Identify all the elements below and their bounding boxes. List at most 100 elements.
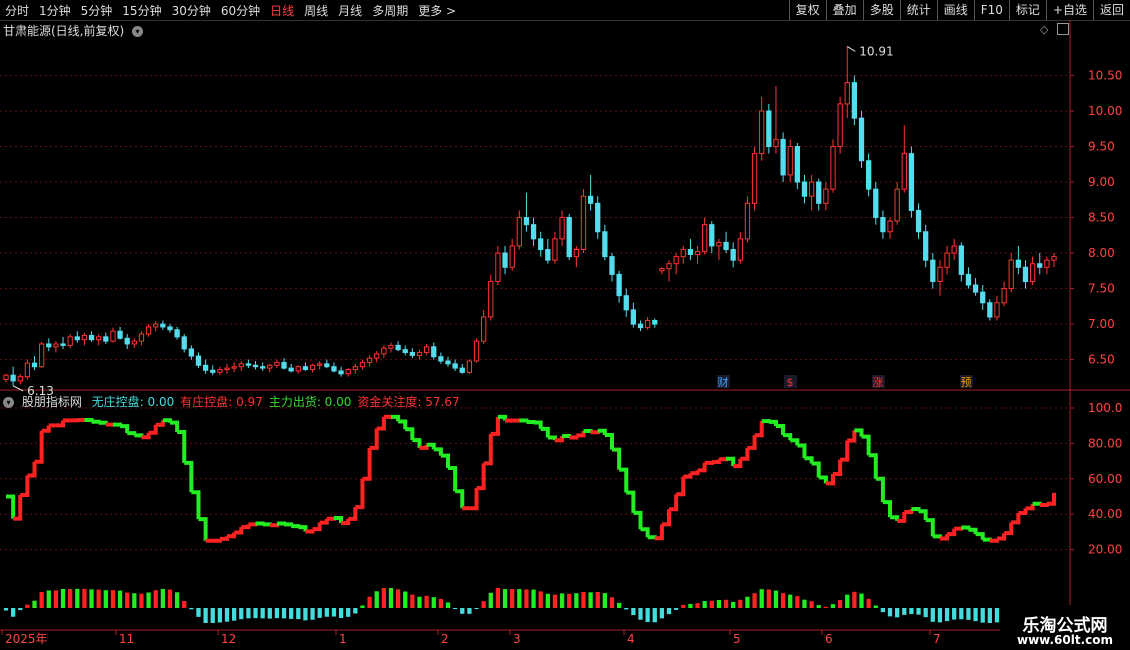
histogram-bar (453, 608, 458, 609)
candle-body (930, 259, 936, 282)
histogram-bar (167, 589, 173, 608)
indicator-segment (112, 422, 123, 427)
histogram-bar (738, 599, 743, 608)
histogram-bar (132, 593, 137, 608)
histogram-bar (609, 597, 615, 608)
candle-body (915, 209, 922, 233)
indicator-segment (191, 490, 201, 520)
indicator-segment (148, 424, 158, 435)
histogram-bar (110, 590, 116, 608)
histogram-bar (395, 589, 401, 608)
indicator-segment (398, 419, 408, 430)
indicator-segment (647, 535, 657, 540)
y-tick-label: 10.00 (1088, 104, 1122, 118)
indicator-segment (697, 462, 707, 473)
candle-body (231, 366, 237, 369)
x-tick-label: 3 (513, 632, 521, 646)
histogram-bar (75, 588, 80, 608)
candle-body (523, 217, 530, 226)
indicator-segment (433, 447, 443, 456)
histogram-bar (574, 593, 579, 608)
watermark-url: www.60lt.com (1016, 633, 1114, 647)
candle-body (117, 330, 123, 339)
histogram-bar (246, 608, 251, 619)
candle-body (1008, 259, 1014, 290)
histogram-bar (709, 600, 714, 608)
histogram-bar (3, 608, 9, 611)
candle-body (145, 326, 152, 335)
indicator-segment (440, 453, 451, 468)
histogram-bar (638, 608, 643, 620)
candle-body (252, 364, 259, 368)
candle-body (1029, 263, 1036, 282)
x-tick-label: 7 (933, 632, 941, 646)
histogram-bar (82, 588, 87, 608)
indicator-segment (533, 420, 543, 429)
histogram-bar (153, 590, 158, 608)
candle-body (644, 320, 651, 329)
candle-body (160, 323, 166, 328)
histogram-bar (795, 596, 800, 608)
histogram-bar (331, 608, 337, 617)
candle-body (174, 329, 180, 338)
candle-body (423, 346, 430, 353)
indicator-segment (177, 429, 187, 463)
histogram-bar (602, 593, 607, 608)
candle-body (659, 268, 665, 272)
indicator-segment (754, 421, 764, 438)
candle-body (759, 110, 765, 155)
indicator-segment (241, 524, 251, 530)
histogram-bar (474, 608, 479, 609)
histogram-bar (310, 608, 315, 620)
candle-body (702, 224, 708, 253)
candle-body (81, 334, 88, 341)
indicator-segment (369, 428, 379, 450)
histogram-bar (68, 589, 73, 608)
candle-body (866, 160, 872, 190)
histogram-bar (353, 608, 358, 614)
indicator-segment (1004, 522, 1014, 536)
candle-body (858, 117, 865, 162)
event-marker: 预 (961, 376, 972, 389)
y-tick-label: 6.50 (1088, 353, 1115, 367)
candle-body (652, 320, 658, 325)
x-tick-label: 4 (627, 632, 635, 646)
watermark: 乐淘公式网 www.60lt.com (1000, 605, 1130, 650)
indicator-segment (583, 429, 593, 434)
candle-body (481, 316, 487, 342)
candle-body (808, 181, 815, 197)
indicator-segment (27, 461, 37, 478)
chart-axes: 10.50 10.00 9.50 9.00 8.50 8.00 7.50 7.00 6.50 10… (0, 20, 1130, 650)
candle-body (773, 138, 779, 148)
candle-body (873, 188, 879, 219)
window-icon[interactable] (1057, 23, 1069, 35)
indicator-segment (562, 434, 572, 439)
indicator-segment (412, 438, 422, 448)
x-tick-label: 11 (119, 632, 134, 646)
diamond-icon[interactable]: ◇ (1040, 23, 1048, 36)
low-label: 6.13 (27, 384, 54, 398)
histogram-bar (987, 608, 992, 623)
indicator-segment (227, 532, 237, 539)
indicator-segment (526, 419, 536, 424)
indicator-segment (41, 425, 51, 433)
histogram-bar (96, 589, 101, 608)
stock-chart[interactable]: 10.50 10.00 9.50 9.00 8.50 8.00 7.50 7.00 6.50 10… (0, 0, 1130, 650)
indicator-segment (219, 536, 230, 541)
histogram-bar (545, 593, 550, 608)
indicator-segment (234, 527, 244, 535)
candle-body (516, 217, 522, 247)
candle-body (39, 343, 45, 368)
candle-body (238, 363, 244, 368)
indicator-segment (455, 489, 465, 509)
y-tick-label: 7.50 (1088, 282, 1115, 296)
histogram-bar (731, 601, 736, 608)
candle-body (1015, 259, 1021, 268)
histogram-bar (346, 608, 351, 617)
candle-body (416, 351, 423, 356)
histogram-bar (517, 589, 522, 608)
indicator-segment (804, 456, 814, 464)
candle-body (374, 353, 380, 359)
indicator-tick-label: 40.00 (1088, 507, 1122, 521)
histogram-bar (231, 608, 237, 621)
